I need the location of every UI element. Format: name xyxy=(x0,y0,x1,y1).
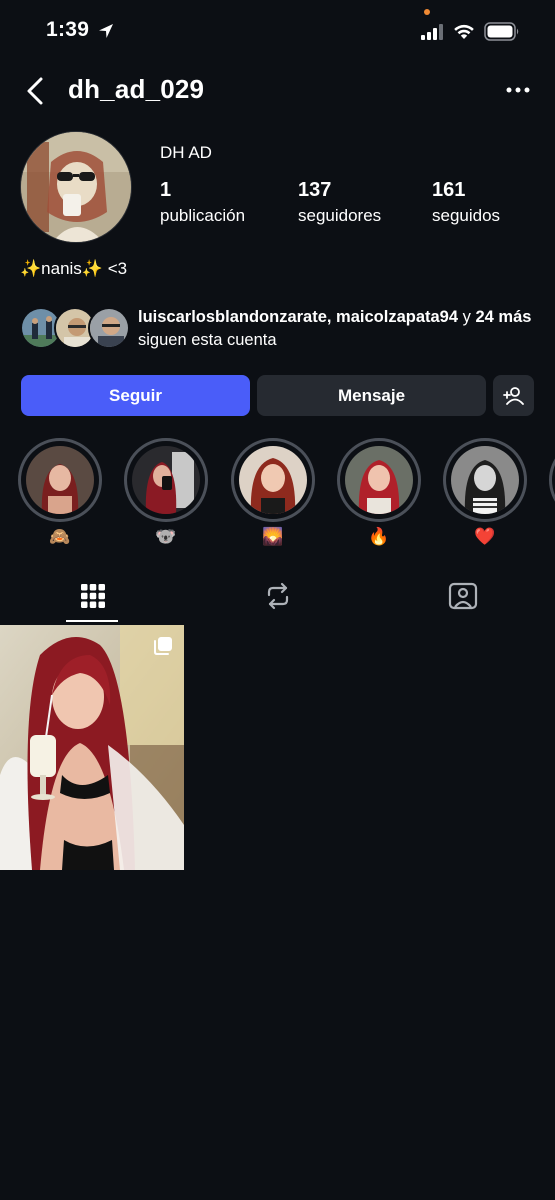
following-count: 161 xyxy=(432,179,466,201)
highlight-item[interactable]: ❤️ xyxy=(443,438,527,548)
follow-button[interactable]: Seguir xyxy=(21,375,250,416)
followers-count: 137 xyxy=(298,179,332,201)
highlight-item[interactable]: 🔥 xyxy=(337,438,421,548)
add-person-icon xyxy=(502,386,524,405)
more-dots-icon[interactable] xyxy=(504,80,532,100)
location-arrow-icon xyxy=(99,24,113,38)
highlight-label: ❤️ xyxy=(474,527,496,546)
profile-avatar[interactable] xyxy=(20,131,132,243)
tab-tagged[interactable] xyxy=(370,570,555,622)
highlight-cover xyxy=(26,446,94,514)
posts-label: publicación xyxy=(160,206,246,225)
active-tab-indicator xyxy=(66,620,118,622)
battery-icon xyxy=(484,22,519,41)
post-image xyxy=(0,625,184,870)
highlight-cover xyxy=(132,446,200,514)
followers-stat[interactable]: 137 seguidores xyxy=(298,178,381,228)
profile-bio: ✨nanis✨ <3 xyxy=(20,259,128,278)
status-time: 1:39 xyxy=(46,18,90,41)
highlight-cover xyxy=(451,446,519,514)
mutual-follower-names: luiscarlosblandonzarate, maicolzapata94 xyxy=(138,308,459,326)
back-chevron-icon[interactable] xyxy=(24,76,50,106)
suggested-users-button[interactable] xyxy=(493,375,534,416)
signal-icon xyxy=(421,24,443,40)
followed-by-suffix: siguen esta cuenta xyxy=(138,331,277,349)
tab-reposts[interactable] xyxy=(185,570,370,622)
tab-posts-grid[interactable] xyxy=(0,570,185,622)
privacy-indicator-dot xyxy=(424,9,430,15)
following-label: seguidos xyxy=(432,206,501,225)
wifi-icon xyxy=(454,24,474,39)
multiple-images-icon xyxy=(154,637,172,655)
message-button[interactable]: Mensaje xyxy=(257,375,486,416)
mutual-follower-avatar xyxy=(88,307,130,349)
tagged-person-icon xyxy=(448,582,477,610)
highlight-cover xyxy=(239,446,307,514)
posts-count: 1 xyxy=(160,179,172,201)
followed-by-connector: y xyxy=(458,308,476,326)
highlight-item[interactable]: 🐨 xyxy=(124,438,208,548)
profile-display-name: DH AD xyxy=(160,143,212,162)
followed-by-more: 24 más xyxy=(475,308,532,326)
grid-icon xyxy=(80,584,105,608)
profile-username: dh_ad_029 xyxy=(68,74,205,104)
highlight-ring xyxy=(124,438,208,522)
highlight-ring xyxy=(231,438,315,522)
posts-stat[interactable]: 1 publicación xyxy=(160,178,245,228)
status-bar: 1:39 xyxy=(0,0,555,62)
highlight-ring xyxy=(337,438,421,522)
highlight-item[interactable]: 🌄 xyxy=(231,438,315,548)
highlight-ring xyxy=(443,438,527,522)
followers-label: seguidores xyxy=(298,206,382,225)
profile-tabs xyxy=(0,570,555,624)
highlight-label: 🌄 xyxy=(262,527,284,546)
highlight-ring xyxy=(549,438,555,522)
followed-by-text[interactable]: luiscarlosblandonzarate, maicolzapata94 … xyxy=(138,306,538,352)
following-stat[interactable]: 161 seguidos xyxy=(432,178,500,228)
mutual-followers-avatars[interactable] xyxy=(20,307,130,351)
reels-repost-icon xyxy=(267,582,288,610)
story-highlights: 🙈 🐨 🌄 🔥 ❤️ xyxy=(0,438,555,553)
highlight-label: 🐨 xyxy=(155,527,177,546)
post-thumbnail[interactable] xyxy=(0,625,184,870)
highlight-label: 🔥 xyxy=(368,527,390,546)
highlight-label: 🙈 xyxy=(49,527,71,546)
highlight-ring xyxy=(18,438,102,522)
highlight-item[interactable]: 🙈 xyxy=(18,438,102,548)
highlight-item-partial[interactable] xyxy=(549,438,555,522)
highlight-cover xyxy=(345,446,413,514)
